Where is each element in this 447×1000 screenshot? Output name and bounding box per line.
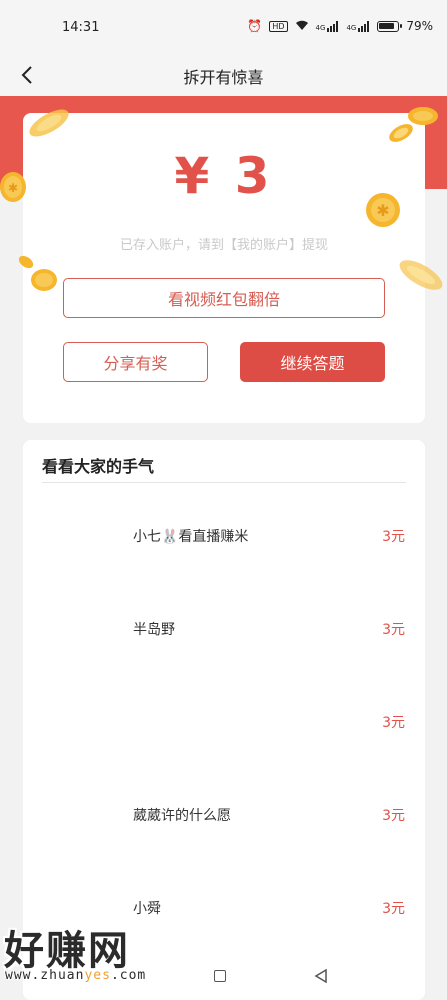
svg-text:✱: ✱ bbox=[376, 201, 389, 220]
user-name: 葳葳许的什么愿 bbox=[133, 808, 231, 824]
status-bar: 14:31 ⏰ HD 4G 4G 79% bbox=[0, 0, 447, 56]
list-item: 小七🐰看直播赚米 3元 bbox=[23, 526, 425, 566]
status-time: 14:31 bbox=[62, 20, 100, 35]
reward-amount: 3元 bbox=[382, 901, 405, 917]
coin-icon bbox=[18, 255, 57, 291]
user-name: 小舜 bbox=[133, 901, 161, 917]
reward-amount: 3元 bbox=[382, 808, 405, 824]
reward-amount: 3元 bbox=[382, 529, 405, 545]
coin-icon bbox=[29, 109, 69, 137]
reward-amount: 3元 bbox=[382, 622, 405, 638]
status-icons: ⏰ HD 4G 4G 79% bbox=[247, 19, 433, 33]
coin-icon bbox=[399, 260, 443, 290]
lucky-list-card: 看看大家的手气 小七🐰看直播赚米 3元 半岛野 3元 3元 葳葳许的什么愿 3元… bbox=[23, 440, 425, 1000]
hd-badge-icon: HD bbox=[269, 20, 288, 32]
list-title: 看看大家的手气 bbox=[42, 457, 155, 476]
svg-text:✱: ✱ bbox=[8, 181, 18, 195]
continue-answering-button[interactable]: 继续答题 bbox=[240, 342, 385, 382]
system-back-icon[interactable] bbox=[314, 969, 328, 983]
battery-icon bbox=[377, 20, 403, 32]
prize-card: ¥ 3 已存入账户，请到【我的账户】提现 看视频红包翻倍 分享有奖 继续答题 bbox=[23, 113, 425, 423]
share-button[interactable]: 分享有奖 bbox=[63, 342, 208, 382]
coin-icon bbox=[389, 107, 438, 142]
wifi-icon bbox=[295, 20, 309, 33]
list-item: 葳葳许的什么愿 3元 bbox=[23, 805, 425, 845]
home-button[interactable] bbox=[214, 970, 226, 982]
list-item: 3元 bbox=[23, 712, 425, 752]
coin-icon: ✱ bbox=[366, 193, 400, 227]
battery-percent: 79% bbox=[406, 19, 433, 33]
signal-icon-1: 4G bbox=[316, 20, 340, 32]
coin-icon: ✱ bbox=[0, 172, 26, 202]
nav-bar: 拆开有惊喜 bbox=[0, 56, 447, 96]
divider bbox=[42, 482, 406, 483]
page-title: 拆开有惊喜 bbox=[183, 68, 264, 87]
reward-amount: 3元 bbox=[382, 715, 405, 731]
watermark: 好赚网 www.zhuanyes.com bbox=[0, 918, 200, 988]
list-item: 半岛野 3元 bbox=[23, 619, 425, 659]
alarm-icon: ⏰ bbox=[247, 19, 263, 33]
watermark-url: www.zhuanyes.com bbox=[5, 968, 147, 983]
signal-icon-2: 4G bbox=[346, 20, 370, 32]
double-reward-button[interactable]: 看视频红包翻倍 bbox=[63, 278, 385, 318]
user-name: 半岛野 bbox=[133, 622, 175, 638]
user-name: 小七🐰看直播赚米 bbox=[133, 529, 249, 545]
saved-notice: 已存入账户，请到【我的账户】提现 bbox=[119, 238, 328, 253]
